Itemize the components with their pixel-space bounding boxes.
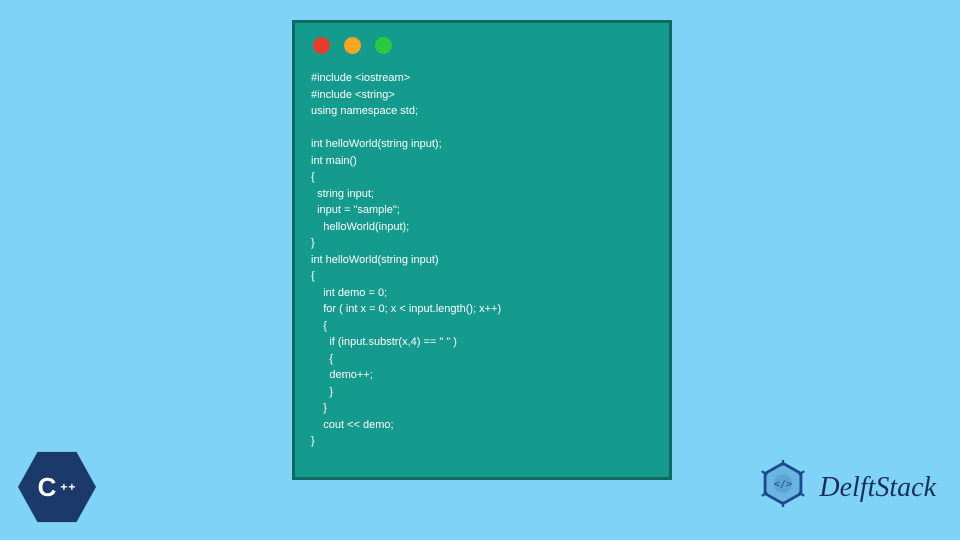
minimize-icon [344,37,361,54]
delftstack-logo: </> DelftStack [755,460,936,516]
cpp-plus: ++ [60,482,76,492]
cpp-badge: C ++ [18,448,96,526]
svg-text:</>: </> [774,479,792,490]
gear-icon: </> [755,460,811,516]
traffic-lights [313,37,653,54]
delftstack-text: DelftStack [819,472,936,504]
maximize-icon [375,37,392,54]
cpp-hexagon-icon: C ++ [18,448,96,526]
cpp-letter: C [38,472,58,503]
close-icon [313,37,330,54]
code-window: #include <iostream> #include <string> us… [292,20,672,480]
code-block: #include <iostream> #include <string> us… [311,70,653,450]
